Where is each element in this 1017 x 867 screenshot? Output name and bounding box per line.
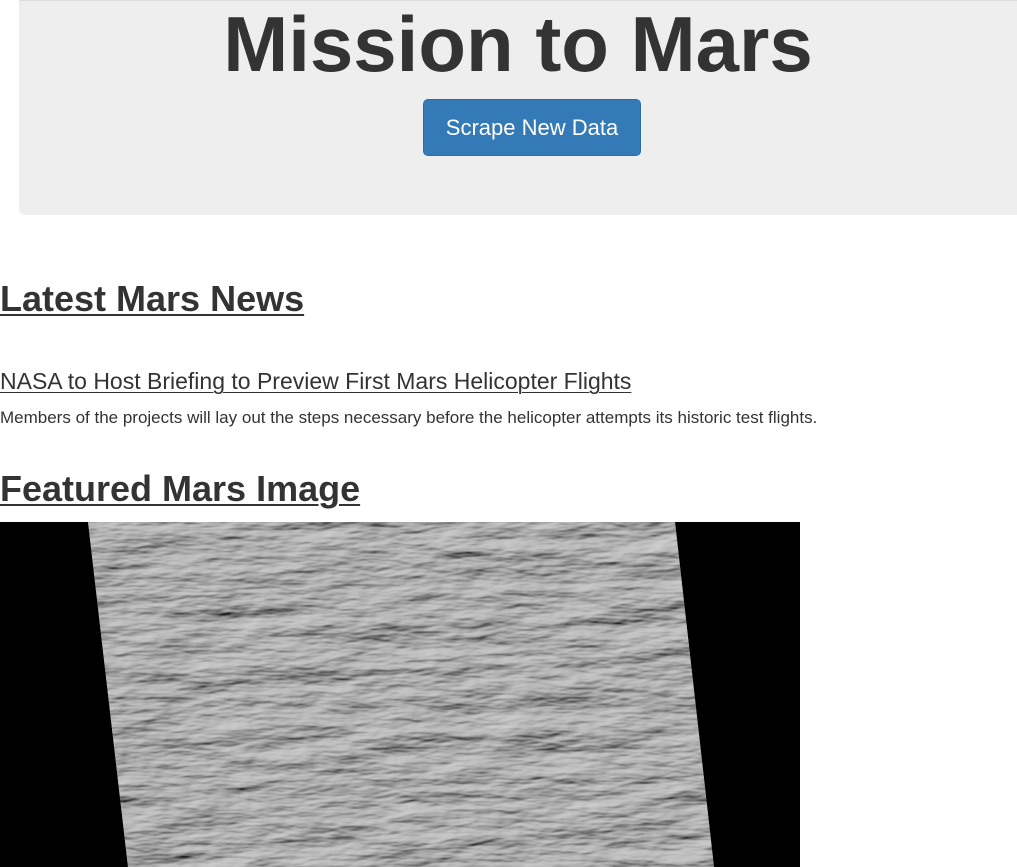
news-title-link[interactable]: NASA to Host Briefing to Preview First M…: [0, 367, 631, 395]
mars-dunes-image: [0, 522, 800, 867]
scrape-new-data-button[interactable]: Scrape New Data: [423, 99, 641, 156]
news-teaser: Members of the projects will lay out the…: [0, 408, 818, 427]
featured-mars-image[interactable]: [0, 522, 800, 867]
featured-image-heading: Featured Mars Image: [0, 468, 361, 509]
jumbotron-header: Mission to Mars Scrape New Data: [19, 0, 1017, 215]
page-title: Mission to Mars: [223, 0, 813, 88]
latest-news-heading: Latest Mars News: [0, 278, 305, 319]
